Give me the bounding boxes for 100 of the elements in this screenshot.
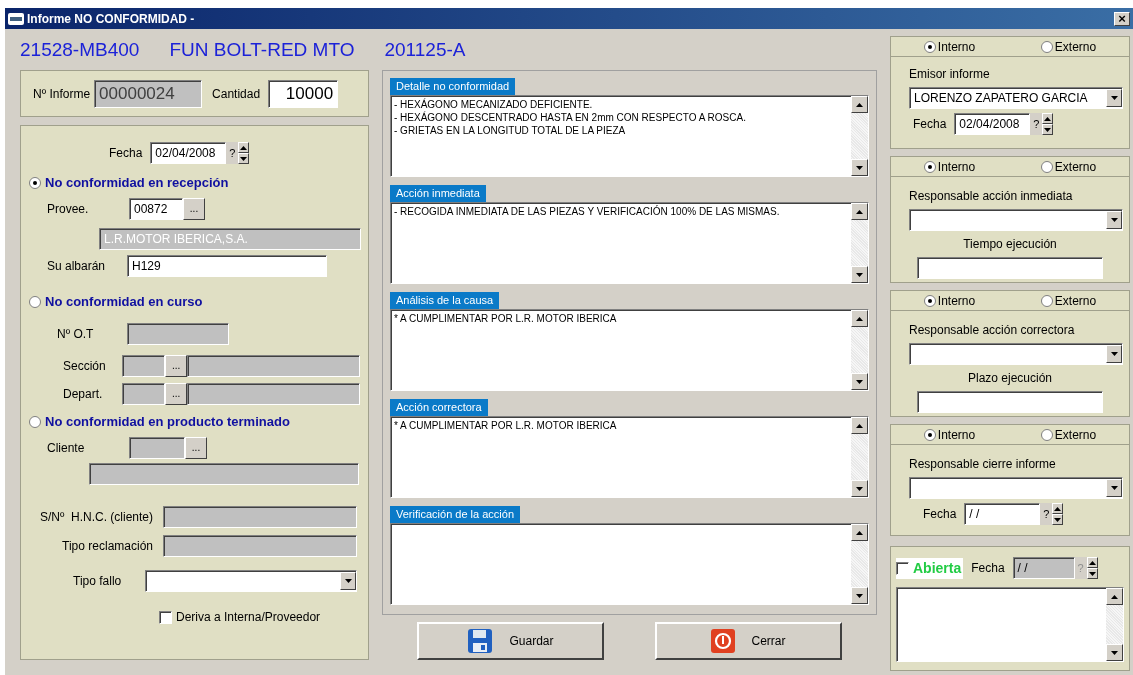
dropdown[interactable]: [909, 209, 1123, 231]
input-field[interactable]: [186, 383, 360, 405]
scrollbar[interactable]: [851, 203, 868, 283]
lookup-button[interactable]: ...: [165, 383, 187, 405]
radio-button[interactable]: [29, 296, 41, 308]
field-label: Tiempo ejecución: [963, 236, 1057, 253]
input-field[interactable]: [127, 323, 229, 345]
field-label: Tipo reclamación: [61, 538, 154, 555]
down-arrow-icon: [1088, 571, 1096, 576]
date-field[interactable]: 02/04/2008: [150, 142, 227, 164]
up-arrow-icon: [1111, 594, 1118, 599]
spin-up-button[interactable]: [1052, 503, 1064, 514]
lookup-button[interactable]: ...: [183, 198, 205, 220]
input-field[interactable]: [917, 391, 1103, 413]
up-arrow-icon: [856, 423, 863, 428]
text-area[interactable]: * A CUMPLIMENTAR POR L.R. MOTOR IBERICA: [390, 309, 869, 391]
input-field[interactable]: [917, 257, 1103, 279]
up-arrow-icon: [856, 316, 863, 321]
radio-button[interactable]: [1040, 294, 1053, 307]
text-area[interactable]: - RECOGIDA INMEDIATA DE LAS PIEZAS Y VERIFICACIÓN 100% DE LAS MISMAS.: [390, 202, 869, 284]
field-label: Nº Informe: [33, 85, 91, 103]
text-line: * A CUMPLIMENTAR POR L.R. MOTOR IBERICA: [394, 419, 618, 432]
field-label: Tipo fallo: [73, 573, 123, 590]
date-field[interactable]: 02/04/2008: [954, 113, 1031, 135]
field-label: Interno: [937, 426, 976, 444]
input-field[interactable]: H129: [127, 255, 327, 277]
spin-down-button[interactable]: [1042, 124, 1054, 135]
option-label: No conformidad en recepción: [45, 174, 229, 193]
field-label: Fecha: [923, 506, 957, 523]
help-button[interactable]: ?: [1030, 113, 1043, 135]
spin-down-button[interactable]: [1086, 568, 1098, 579]
radio-button[interactable]: [1040, 428, 1053, 441]
status-label: Abierta: [913, 558, 962, 578]
radio-button[interactable]: [923, 160, 936, 173]
input-field[interactable]: [163, 506, 357, 528]
scrollbar[interactable]: [851, 310, 868, 390]
dropdown[interactable]: [909, 343, 1123, 365]
field-label: Depart.: [63, 386, 104, 403]
lookup-button[interactable]: ...: [165, 355, 187, 377]
dropdown[interactable]: [909, 477, 1123, 499]
input-field[interactable]: [163, 535, 357, 557]
date-field[interactable]: / /: [964, 503, 1041, 525]
radio-button[interactable]: [923, 40, 936, 53]
field-label: Interno: [937, 38, 976, 56]
up-arrow-icon: [856, 209, 863, 214]
spin-up-button[interactable]: [1086, 557, 1098, 568]
down-arrow-icon: [856, 379, 863, 384]
dropdown[interactable]: LORENZO ZAPATERO GARCIA: [909, 87, 1123, 109]
spin-up-button[interactable]: [238, 142, 250, 153]
text-line: - RECOGIDA INMEDIATA DE LAS PIEZAS Y VERIFICACIÓN 100% DE LAS MISMAS.: [394, 205, 781, 218]
text-area[interactable]: * A CUMPLIMENTAR POR L.R. MOTOR IBERICA: [390, 416, 869, 498]
up-arrow-icon: [856, 102, 863, 107]
text-area[interactable]: - HEXÁGONO MECANIZADO DEFICIENTE. - HEXÁGONO DESCENTRADO HASTA EN 2mm CON RESPECTO A ROSCA. - GRIETAS EN LA LONGITUD TOTAL DE LA PIEZA: [390, 95, 869, 177]
scrollbar[interactable]: [851, 524, 868, 604]
field-label: Cliente: [47, 440, 86, 457]
up-arrow-icon: [240, 145, 248, 150]
input-field[interactable]: [121, 355, 166, 377]
down-arrow-icon: [1111, 650, 1118, 655]
dropdown[interactable]: [145, 570, 357, 592]
field-label: Sección: [63, 358, 107, 375]
window-title: Informe NO CONFORMIDAD -: [27, 10, 196, 28]
spin-down-button[interactable]: [1052, 514, 1064, 525]
input-field[interactable]: [121, 383, 166, 405]
text-area[interactable]: [896, 587, 1124, 662]
spin-up-button[interactable]: [1042, 113, 1054, 124]
lookup-button[interactable]: ...: [185, 437, 207, 459]
field-label: Fecha: [109, 145, 143, 162]
spin-down-button[interactable]: [238, 153, 250, 164]
help-button[interactable]: ?: [226, 142, 239, 164]
close-button[interactable]: Cerrar: [655, 622, 842, 660]
radio-button[interactable]: [1040, 40, 1053, 53]
radio-button[interactable]: [923, 428, 936, 441]
up-arrow-icon: [856, 530, 863, 535]
field-label: S/Nº H.N.C. (cliente): [38, 509, 154, 526]
input-field[interactable]: [129, 437, 185, 459]
up-arrow-icon: [1044, 116, 1052, 121]
text-line: - HEXÁGONO MECANIZADO DEFICIENTE.: [394, 98, 594, 111]
option-label: No conformidad en producto terminado: [45, 413, 290, 432]
scrollbar[interactable]: [851, 96, 868, 176]
save-button[interactable]: Guardar: [417, 622, 604, 660]
radio-button[interactable]: [29, 416, 41, 428]
down-arrow-icon: [240, 156, 248, 161]
input-field[interactable]: 00872: [129, 198, 183, 220]
scrollbar[interactable]: [1106, 588, 1123, 661]
field-label: Responsable cierre informe: [909, 456, 1057, 473]
down-arrow-icon: [1044, 127, 1052, 132]
dropdown-arrow-icon: [1110, 218, 1118, 222]
radio-button[interactable]: [1040, 160, 1053, 173]
field-label: Responsable acción inmediata: [909, 188, 1074, 205]
input-field[interactable]: [186, 355, 360, 377]
input-field[interactable]: [89, 463, 359, 485]
input-field[interactable]: 00000024: [94, 79, 203, 108]
close-button[interactable]: ×: [1114, 11, 1130, 26]
scrollbar[interactable]: [851, 417, 868, 497]
radio-button[interactable]: [923, 294, 936, 307]
radio-button[interactable]: [29, 177, 41, 189]
field-label: Responsable acción correctora: [909, 322, 1076, 339]
help-button[interactable]: ?: [1040, 503, 1053, 525]
down-arrow-icon: [1054, 517, 1062, 522]
input-field[interactable]: 10000: [268, 79, 339, 108]
